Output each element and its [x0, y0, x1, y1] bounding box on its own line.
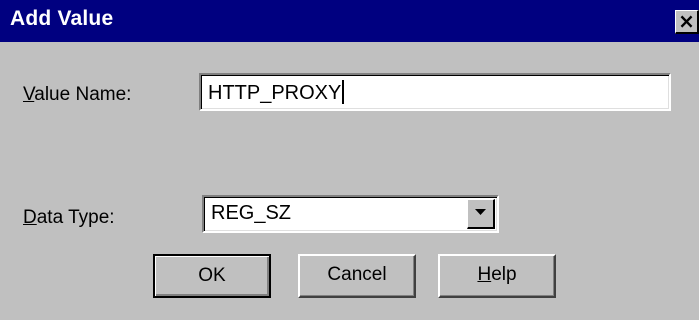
value-name-input[interactable]: HTTP_PROXY: [199, 73, 671, 111]
window-title: Add Value: [10, 7, 114, 30]
title-bar[interactable]: Add Value ×: [0, 0, 699, 42]
value-name-label: Value Name:: [23, 84, 131, 106]
value-name-label-mnemonic: V: [23, 84, 35, 105]
value-name-input-text: HTTP_PROXY: [208, 80, 345, 105]
value-name-value: HTTP_PROXY: [208, 82, 342, 104]
help-button-text: elp: [491, 264, 517, 285]
help-button-mnemonic: H: [477, 264, 492, 285]
add-value-dialog: Add Value × Value Name: HTTP_PROXY Data …: [0, 0, 699, 320]
close-button[interactable]: ×: [675, 10, 699, 34]
cancel-button[interactable]: Cancel: [298, 254, 416, 298]
data-type-label-mnemonic: D: [23, 207, 37, 228]
ok-button[interactable]: OK: [153, 254, 271, 298]
data-type-select[interactable]: REG_SZ: [202, 195, 499, 233]
dropdown-button[interactable]: [467, 199, 495, 229]
close-icon: ×: [678, 9, 695, 33]
chevron-down-icon: [475, 209, 486, 215]
value-name-label-text: alue Name:: [34, 84, 132, 105]
text-caret: [342, 80, 345, 104]
help-button[interactable]: Help: [438, 254, 556, 298]
data-type-label-text: ata Type:: [36, 207, 115, 228]
data-type-selected-value: REG_SZ: [211, 202, 292, 224]
data-type-label: Data Type:: [23, 207, 115, 229]
